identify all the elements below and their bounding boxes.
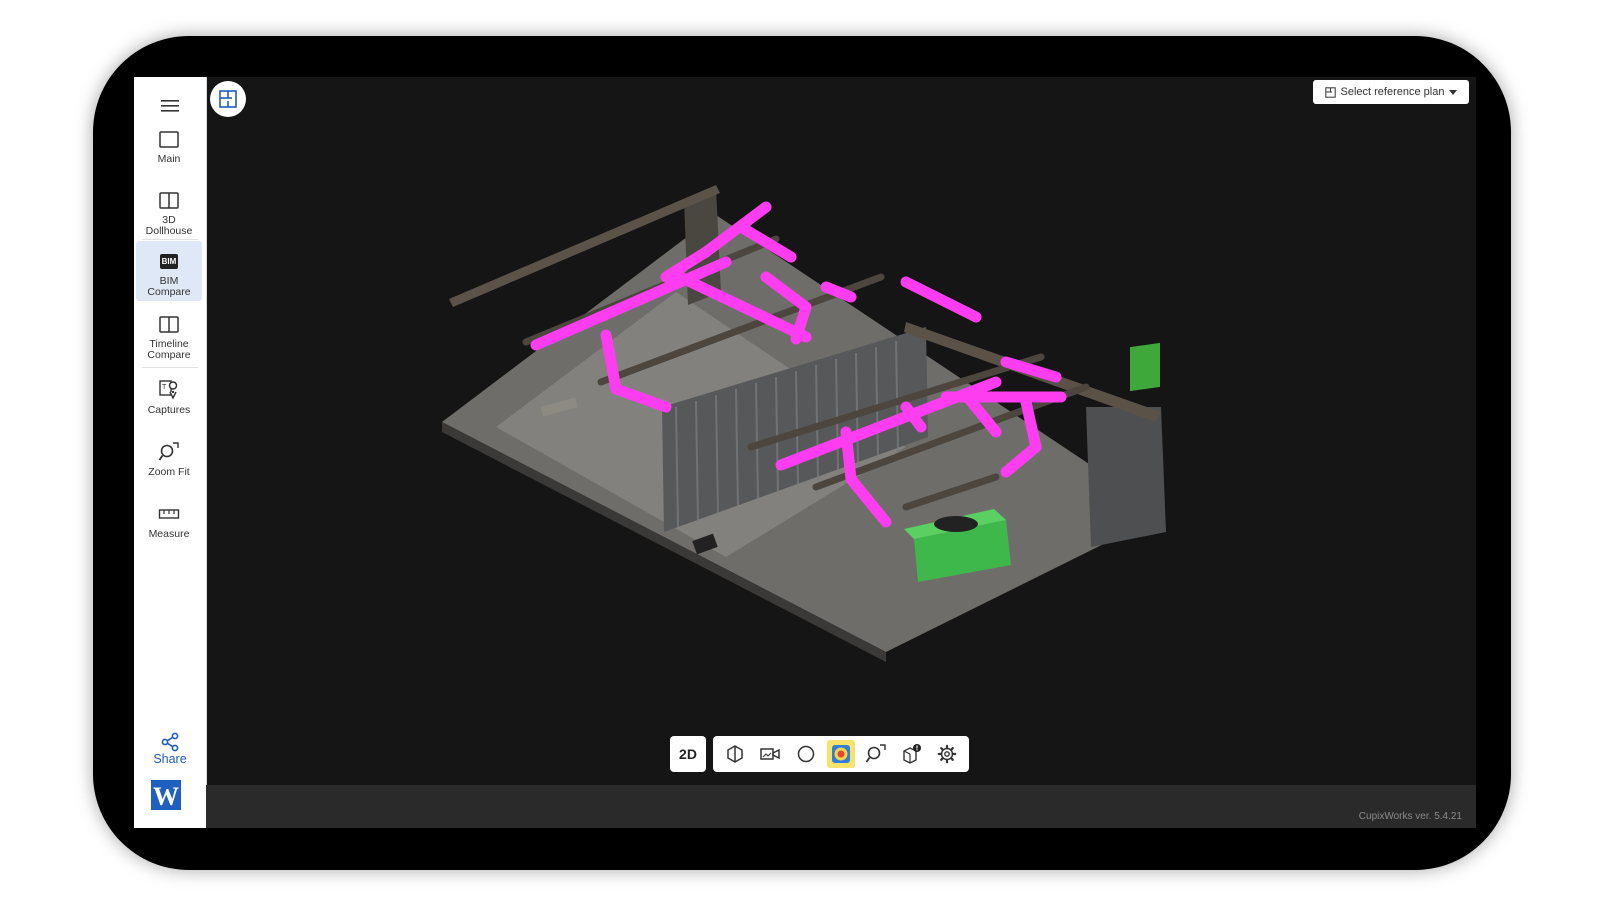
reference-plan-dropdown[interactable]: Select reference plan <box>1313 80 1469 104</box>
heatmap-icon <box>831 745 850 763</box>
issue-box-icon <box>903 744 921 764</box>
heatmap-toggle-button[interactable] <box>826 740 855 768</box>
video-camera-icon <box>760 748 780 760</box>
2d-mode-button[interactable]: 2D <box>670 736 706 772</box>
cube-view-icon <box>726 745 743 763</box>
sidebar-item-zoom-fit[interactable]: Zoom Fit <box>136 440 202 478</box>
share-icon <box>161 732 179 752</box>
sidebar-item-label: Main <box>157 153 181 165</box>
sidebar-item-label: Zoom Fit <box>148 466 190 478</box>
floorplan-toggle-button[interactable] <box>210 81 246 117</box>
sidebar-item-measure[interactable]: Measure <box>136 502 202 540</box>
video-capture-button[interactable] <box>756 740 784 768</box>
caret-down-icon <box>1449 89 1458 95</box>
bim-badge: BIM <box>159 253 179 269</box>
cube-view-button[interactable] <box>721 740 749 768</box>
sidebar-item-3d-dollhouse[interactable]: 3D Dollhouse <box>136 188 202 237</box>
search-button[interactable] <box>862 740 890 768</box>
app-logo: W <box>151 780 181 810</box>
sidebar-item-captures[interactable]: T Captures <box>136 378 202 416</box>
hamburger-icon <box>161 100 179 112</box>
reference-plan-label: Select reference plan <box>1340 86 1445 98</box>
circle-tool-button[interactable] <box>792 740 820 768</box>
sidebar-item-bim-compare[interactable]: BIM BIM Compare <box>136 241 202 301</box>
app-window: Main 3D Dollhouse BIM BIM Compare Timeli… <box>134 77 1476 828</box>
point-cloud-scene[interactable] <box>206 77 1476 828</box>
status-bar: CupixWorks ver. 5.4.21 <box>206 785 1476 828</box>
divider <box>142 239 198 240</box>
sidebar-item-label: 3D Dollhouse <box>145 214 193 237</box>
sidebar-item-timeline-compare[interactable]: Timeline Compare <box>136 312 202 361</box>
zoom-fit-icon <box>158 440 180 464</box>
sidebar-item-label: Timeline Compare <box>147 338 191 361</box>
plan-icon <box>1324 86 1336 98</box>
right-wall <box>1086 407 1166 547</box>
3d-viewport[interactable]: Select reference plan 2D <box>206 77 1476 828</box>
2d-mode-label: 2D <box>679 746 697 762</box>
version-label: CupixWorks ver. 5.4.21 <box>1358 811 1462 822</box>
logo-text: W <box>153 782 179 811</box>
capture-pin-icon: T <box>158 378 180 402</box>
search-icon <box>866 744 887 763</box>
sidebar-item-label: Measure <box>148 528 190 540</box>
green-panel <box>1130 342 1160 392</box>
svg-text:T: T <box>162 384 167 391</box>
share-label: Share <box>153 752 187 766</box>
split-panel-icon <box>159 188 179 212</box>
circle-icon <box>797 745 814 763</box>
sidebar-item-label: BIM Compare <box>147 275 191 298</box>
gear-icon <box>937 744 957 764</box>
settings-button[interactable] <box>933 740 961 768</box>
sidebar: Main 3D Dollhouse BIM BIM Compare Timeli… <box>134 77 207 828</box>
view-toolbar <box>713 736 969 772</box>
hamburger-menu-button[interactable] <box>152 91 188 121</box>
issue-box-button[interactable] <box>898 740 926 768</box>
split-panel-icon <box>159 312 179 336</box>
bim-icon: BIM <box>159 249 179 273</box>
floorplan-icon <box>219 90 237 108</box>
sidebar-item-main[interactable]: Main <box>136 127 202 165</box>
divider <box>142 367 198 368</box>
equipment-cluster <box>934 516 978 532</box>
sidebar-item-label: Captures <box>147 404 191 416</box>
share-button[interactable]: Share <box>140 732 200 766</box>
ruler-icon <box>158 502 180 526</box>
square-icon <box>159 127 179 151</box>
